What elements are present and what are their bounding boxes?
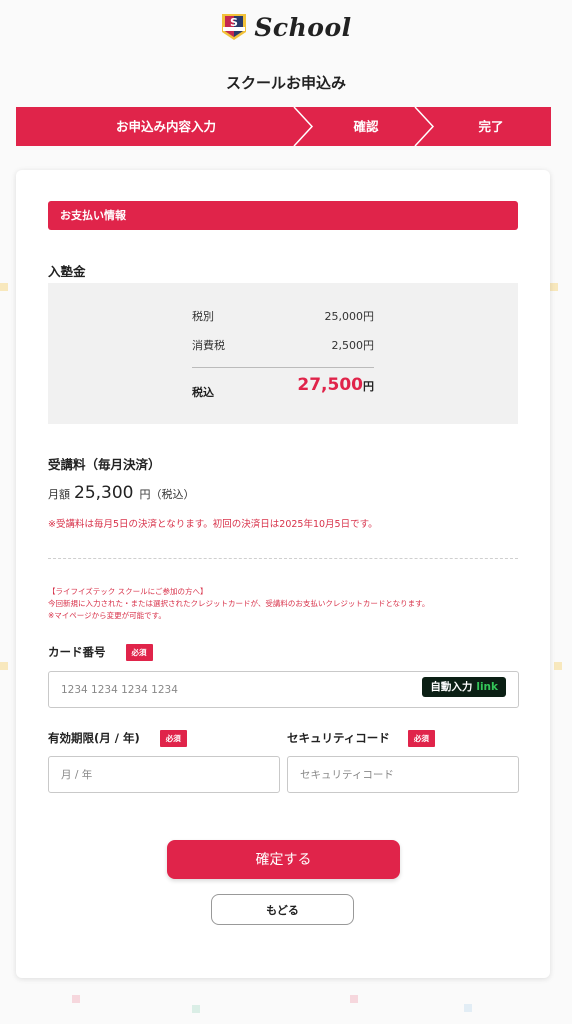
info-line: 【ライフイズテック スクールにご参加の方へ】: [48, 587, 208, 596]
fee-row-excl-tax: 税別 25,000円: [192, 308, 374, 324]
monthly-fee: 月額 25,300 円（税込）: [48, 483, 194, 503]
tuition-title: 受講料（毎月決済）: [48, 457, 161, 472]
monthly-amount: 25,300: [74, 483, 134, 503]
step-confirm: 確認: [353, 119, 379, 134]
enrollment-fee-box: 税別 25,000円 消費税 2,500円 税込 27,500円: [48, 283, 518, 424]
monthly-unit: 円（税込）: [139, 488, 195, 501]
fee-row-label: 税別: [192, 310, 214, 323]
decor-square: [464, 1004, 472, 1012]
fee-row-value: 25,000円: [324, 310, 375, 323]
info-line: ※マイページから変更が可能です。: [48, 611, 166, 620]
logo-text: School: [254, 12, 352, 42]
decor-square: [554, 662, 562, 670]
monthly-label: 月額: [48, 488, 70, 501]
security-code-field[interactable]: [287, 756, 519, 793]
security-code-input[interactable]: [288, 757, 518, 792]
decor-square: [72, 995, 80, 1003]
fee-row-tax: 消費税 2,500円: [192, 337, 374, 353]
expiry-label: 有効期限(月 / 年) 必須: [48, 730, 187, 747]
expiry-field[interactable]: [48, 756, 280, 793]
fee-row-value: 2,500円: [331, 339, 375, 352]
school-badge-icon: S: [222, 14, 247, 40]
step-complete: 完了: [478, 119, 504, 134]
tuition-note: ※受講料は毎月5日の決済となります。初回の決済日は2025年10月5日です。: [48, 519, 378, 530]
autofill-link-button[interactable]: 自動入力 link: [422, 677, 506, 697]
site-logo[interactable]: S School: [0, 12, 572, 42]
fee-row-label: 消費税: [192, 339, 225, 352]
fee-divider: [192, 367, 374, 368]
autofill-label: 自動入力: [430, 681, 473, 693]
enrollment-fee-title: 入塾金: [48, 264, 86, 279]
autofill-link-text: link: [476, 681, 498, 693]
card-number-label: カード番号 必須: [48, 644, 153, 661]
decor-square: [350, 995, 358, 1003]
confirm-button[interactable]: 確定する: [167, 840, 400, 879]
card-number-label-text: カード番号: [48, 645, 106, 659]
payment-card: お支払い情報 入塾金 税別 25,000円 消費税 2,500円 税込 27,5…: [16, 170, 550, 978]
expiry-label-text: 有効期限(月 / 年): [48, 731, 140, 745]
section-divider: [48, 558, 518, 559]
info-line: 今回新規に入力された・または選択されたクレジットカードが、受講料のお支払いクレジ…: [48, 599, 430, 608]
fee-total-unit: 円: [363, 380, 374, 393]
decor-square: [0, 662, 8, 670]
expiry-input[interactable]: [49, 757, 279, 792]
decor-square: [192, 1005, 200, 1013]
card-number-field[interactable]: 自動入力link: [48, 671, 519, 708]
step-input: お申込み内容入力: [115, 119, 216, 134]
section-title-payment: お支払い情報: [48, 201, 518, 230]
required-badge: 必須: [125, 644, 153, 661]
security-code-label: セキュリティコード 必須: [287, 730, 435, 747]
fee-total-amount: 27,500: [297, 375, 363, 395]
step-indicator: お申込み内容入力 確認 完了: [16, 107, 551, 146]
svg-text:S: S: [230, 16, 238, 29]
required-badge: 必須: [407, 730, 435, 747]
page-title: スクールお申込み: [225, 74, 346, 92]
decor-square: [550, 283, 558, 291]
decor-square: [0, 283, 8, 291]
security-code-label-text: セキュリティコード: [287, 731, 390, 745]
card-info-note: 【ライフイズテック スクールにご参加の方へ】 今回新規に入力された・または選択さ…: [48, 586, 429, 622]
fee-total-label: 税込: [192, 386, 214, 399]
fee-total-value: 27,500円: [297, 375, 374, 395]
back-button[interactable]: もどる: [211, 894, 354, 925]
required-badge: 必須: [159, 730, 187, 747]
